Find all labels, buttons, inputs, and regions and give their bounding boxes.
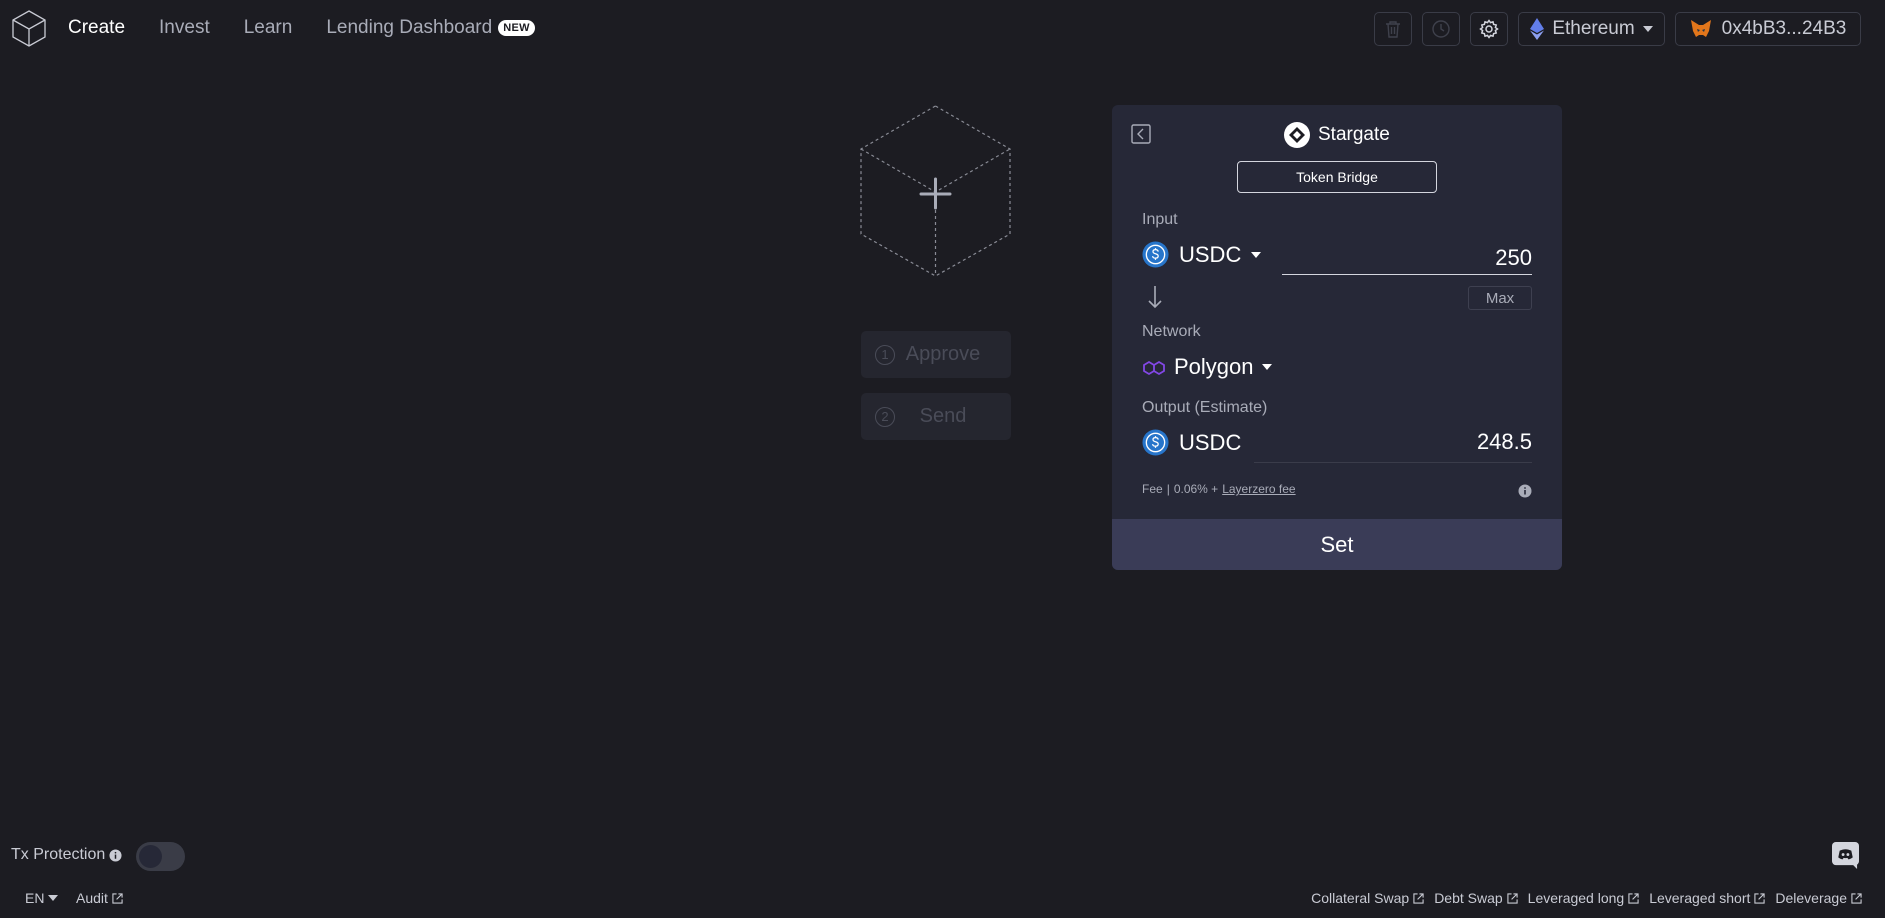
leveraged-short-link[interactable]: Leveraged short (1649, 890, 1766, 906)
fee-value: 0.06% + (1173, 482, 1219, 496)
deleverage-link[interactable]: Deleverage (1775, 890, 1862, 906)
trash-icon (1386, 21, 1400, 38)
leveraged-long-label: Leveraged long (1527, 890, 1625, 906)
network-selector[interactable]: Ethereum (1518, 12, 1665, 46)
network-label: Ethereum (1552, 18, 1635, 39)
panel-title-text: Stargate (1318, 124, 1390, 145)
approve-label: Approve (905, 343, 981, 365)
tx-protection-toggle[interactable] (136, 842, 185, 871)
debt-swap-label: Debt Swap (1434, 890, 1503, 906)
wallet-address: 0x4bB3...24B3 (1721, 18, 1847, 39)
nav-create[interactable]: Create (68, 17, 125, 39)
step-number: 2 (875, 406, 895, 427)
tx-protection: Tx Protection (11, 846, 122, 864)
fee-label: Fee (1142, 482, 1163, 496)
output-token: USDC (1142, 429, 1241, 456)
tab-token-bridge[interactable]: Token Bridge (1237, 161, 1437, 193)
stargate-logo-icon (1284, 122, 1310, 148)
top-bar: Create Invest Learn Lending Dashboard NE… (0, 0, 1885, 58)
debt-swap-link[interactable]: Debt Swap (1434, 890, 1518, 906)
footer-links: Collateral Swap Debt Swap Leveraged long… (1311, 890, 1862, 906)
input-label: Input (1142, 211, 1178, 228)
collateral-swap-link[interactable]: Collateral Swap (1311, 890, 1424, 906)
trash-button[interactable] (1374, 12, 1412, 46)
leveraged-short-label: Leveraged short (1649, 890, 1751, 906)
send-button[interactable]: 2 Send (861, 393, 1011, 440)
history-button[interactable] (1422, 12, 1460, 46)
nav-lending-dashboard-label: Lending Dashboard (326, 17, 493, 38)
metamask-icon (1690, 20, 1711, 37)
chevron-down-icon (1251, 251, 1262, 258)
step-number: 1 (875, 344, 895, 365)
nav-learn[interactable]: Learn (244, 17, 293, 39)
info-icon[interactable] (109, 848, 122, 862)
usdc-icon (1142, 429, 1169, 456)
external-link-icon (1628, 892, 1639, 904)
input-token-select[interactable]: USDC (1142, 241, 1262, 268)
output-token-label: USDC (1179, 429, 1242, 455)
layerzero-fee-link[interactable]: Layerzero fee (1222, 482, 1295, 496)
audit-link[interactable]: Audit (76, 890, 123, 906)
usdc-icon (1142, 241, 1169, 268)
polygon-icon (1143, 360, 1165, 376)
wallet-button[interactable]: 0x4bB3...24B3 (1675, 12, 1861, 46)
network-select[interactable]: Polygon (1142, 354, 1272, 380)
tx-protection-label: Tx Protection (11, 846, 106, 863)
settings-button[interactable] (1470, 12, 1508, 46)
new-badge: NEW (498, 20, 535, 36)
language-selector[interactable]: EN (25, 890, 59, 906)
network-value: Polygon (1174, 354, 1254, 379)
external-link-icon (1413, 892, 1424, 904)
deleverage-label: Deleverage (1775, 890, 1847, 906)
network-label: Network (1142, 323, 1201, 340)
external-link-icon (112, 892, 123, 904)
audit-label: Audit (76, 890, 108, 906)
fee-row: Fee | 0.06% + Layerzero fee (1142, 482, 1296, 496)
language-label: EN (25, 890, 45, 906)
approve-button[interactable]: 1 Approve (861, 331, 1011, 378)
add-token-cube-icon[interactable] (858, 104, 1013, 278)
main-nav: Create Invest Learn Lending Dashboard NE… (68, 17, 535, 39)
history-icon (1432, 20, 1450, 38)
stargate-panel: Stargate Token Bridge Input USDC Max Net… (1112, 105, 1562, 570)
output-label: Output (Estimate) (1142, 399, 1268, 416)
output-amount: 248.5 (1254, 429, 1532, 463)
leveraged-long-link[interactable]: Leveraged long (1528, 890, 1640, 906)
max-button[interactable]: Max (1468, 286, 1532, 310)
external-link-icon (1507, 892, 1518, 904)
set-button[interactable]: Set (1112, 519, 1562, 570)
external-link-icon (1851, 892, 1862, 904)
arrow-down-icon (1148, 286, 1162, 309)
send-label: Send (919, 405, 967, 427)
chevron-down-icon (1261, 364, 1272, 370)
chevron-down-icon (1642, 26, 1653, 32)
external-link-icon (1754, 892, 1766, 904)
input-token-label: USDC (1179, 241, 1242, 267)
nav-lending-dashboard[interactable]: Lending Dashboard NEW (326, 17, 535, 39)
toggle-knob (139, 845, 162, 868)
chevron-down-icon (48, 895, 59, 901)
info-icon[interactable] (1518, 484, 1532, 498)
gear-icon (1479, 19, 1499, 39)
nav-invest[interactable]: Invest (159, 17, 210, 39)
ethereum-icon (1530, 18, 1545, 40)
discord-icon[interactable] (1832, 842, 1859, 869)
logo-cube-icon[interactable] (10, 9, 48, 47)
fee-separator: | (1166, 482, 1170, 496)
amount-input[interactable] (1282, 241, 1532, 275)
back-icon[interactable] (1131, 124, 1151, 144)
panel-title: Stargate (1284, 122, 1390, 148)
collateral-swap-label: Collateral Swap (1311, 890, 1410, 906)
